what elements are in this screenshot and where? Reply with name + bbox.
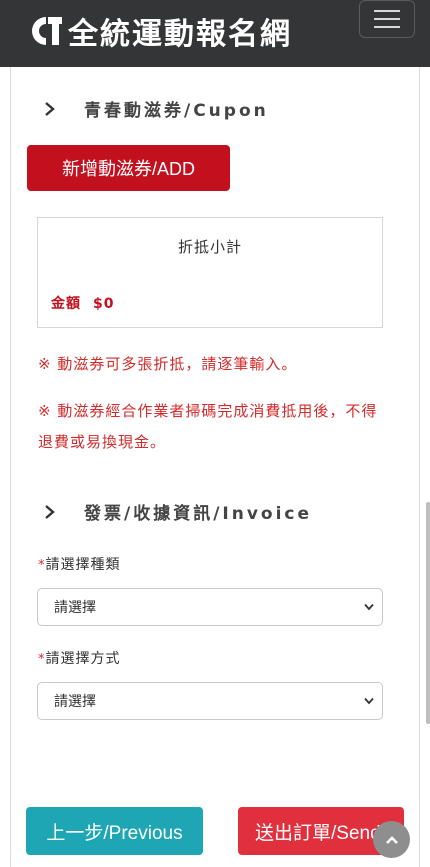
page-scrollbar[interactable] [426, 502, 430, 724]
coupon-section-header[interactable]: 青春動滋券/Cupon [44, 96, 269, 121]
previous-button[interactable]: 上一步/Previous [26, 807, 203, 855]
add-coupon-button[interactable]: 新增動滋券/ADD [27, 145, 230, 191]
scroll-to-top-button[interactable] [373, 821, 410, 858]
invoice-type-value: 請選擇 [54, 600, 96, 616]
ct-logo-icon [32, 17, 62, 45]
brand-name: 全統運動報名網 [68, 17, 292, 52]
brand-logo[interactable]: 全統運動報名網 [26, 13, 292, 52]
navbar: 全統運動報名網 [0, 0, 430, 67]
coupon-note-1: ※ 動滋券可多張折抵，請逐筆輸入。 [38, 355, 298, 373]
amount-label: 金額 [51, 296, 81, 312]
subtotal-title: 折抵小計 [177, 238, 242, 256]
required-mark: * [38, 652, 46, 667]
chevron-up-icon [385, 835, 398, 844]
hamburger-icon [374, 26, 400, 28]
invoice-method-value: 請選擇 [54, 694, 96, 710]
nav-toggle-button[interactable] [359, 0, 415, 38]
chevron-down-icon [364, 603, 374, 611]
coupon-note-2: ※ 動滋券經合作業者掃碼完成消費抵用後，不得退費或易換現金。 [38, 402, 378, 451]
coupon-subtotal-box: 折抵小計 金額 $0 [37, 217, 383, 328]
chevron-right-icon [45, 101, 55, 116]
invoice-type-label-text: 請選擇種類 [45, 557, 121, 573]
hamburger-icon [374, 18, 400, 20]
required-mark: * [38, 558, 46, 573]
invoice-method-select[interactable]: 請選擇 [37, 682, 383, 720]
invoice-section-title: 發票/收據資訊/Invoice [84, 504, 313, 524]
invoice-type-label: *請選擇種類 [38, 554, 121, 574]
subtotal-amount: 金額 $0 [51, 293, 114, 313]
coupon-section-title: 青春動滋券/Cupon [84, 101, 269, 121]
chevron-right-icon [45, 504, 55, 519]
invoice-section-header[interactable]: 發票/收據資訊/Invoice [44, 499, 312, 524]
hamburger-icon [374, 10, 400, 12]
invoice-method-label: *請選擇方式 [38, 648, 121, 668]
invoice-type-select[interactable]: 請選擇 [37, 588, 383, 626]
invoice-method-label-text: 請選擇方式 [45, 651, 121, 667]
chevron-down-icon [364, 697, 374, 705]
amount-value: $0 [93, 296, 115, 312]
